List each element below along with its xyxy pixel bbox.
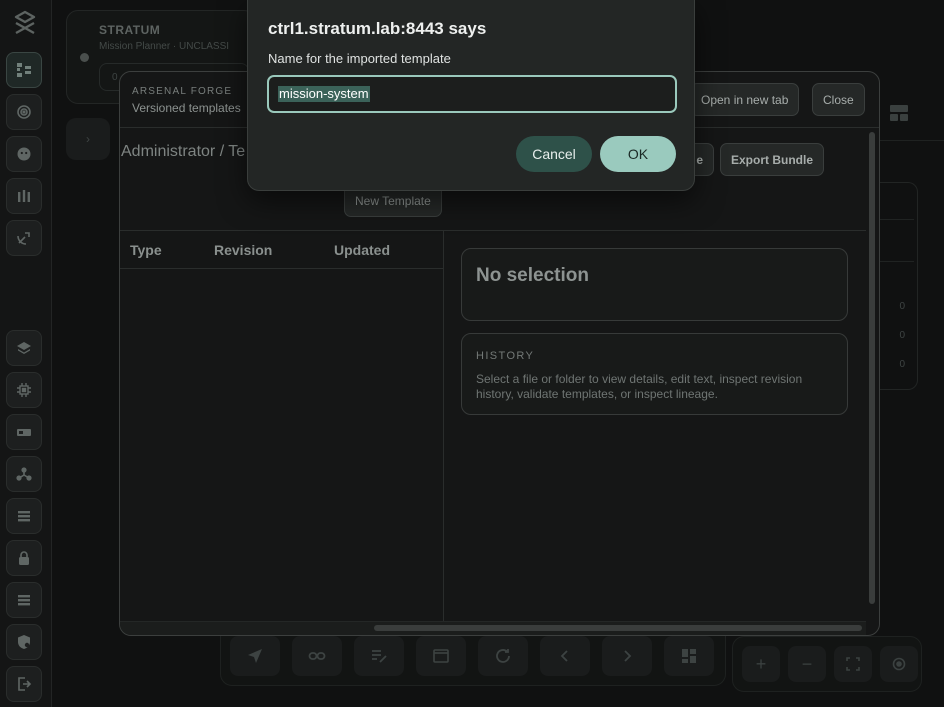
stat-count: 0	[899, 301, 905, 312]
open-new-tab-button[interactable]: Open in new tab	[690, 83, 800, 116]
selection-title: No selection	[476, 265, 589, 286]
history-text: Select a file or folder to view details,…	[476, 372, 803, 401]
refresh-icon	[478, 636, 528, 676]
close-button[interactable]: Close	[812, 83, 865, 116]
zoom-in-icon: +	[742, 646, 780, 682]
layout-icon	[888, 102, 912, 126]
zoom-out-icon: −	[788, 646, 826, 682]
column-header-updated[interactable]: Updated	[334, 242, 390, 258]
navigate-icon	[230, 636, 280, 676]
mission-selector-label: 0	[112, 72, 118, 83]
layers-icon[interactable]	[6, 330, 42, 366]
cancel-button[interactable]: Cancel	[516, 136, 592, 172]
bg-divider	[880, 140, 944, 141]
target-icon[interactable]	[6, 94, 42, 130]
stratum-logo-icon	[13, 10, 37, 36]
link-icon	[292, 636, 342, 676]
fit-view-icon	[834, 646, 872, 682]
lock-icon[interactable]	[6, 540, 42, 576]
bg-stats-panel: 0 0 0	[880, 182, 918, 390]
dashboard-icon	[664, 636, 714, 676]
prompt-title: ctrl1.stratum.lab:8443 says	[268, 19, 487, 38]
app-subtitle: Mission Planner · UNCLASSI	[99, 41, 230, 52]
chevron-right-icon	[602, 636, 652, 676]
horizontal-scrollbar[interactable]	[374, 625, 862, 631]
edit-list-icon	[354, 636, 404, 676]
left-rail	[0, 0, 52, 707]
window-icon	[416, 636, 466, 676]
chevron-left-icon	[540, 636, 590, 676]
satellite-dish-icon[interactable]	[6, 220, 42, 256]
chip-icon[interactable]	[6, 372, 42, 408]
forge-subtitle: Versioned templates	[132, 101, 241, 115]
prompt-message: Name for the imported template	[268, 51, 451, 66]
panel-expand-button: ›	[66, 118, 110, 160]
status-dot	[80, 53, 89, 62]
history-card: HISTORY Select a file or folder to view …	[461, 333, 848, 415]
export-bundle-button[interactable]: Export Bundle	[720, 143, 825, 176]
vehicle-icon[interactable]	[6, 414, 42, 450]
recenter-icon	[880, 646, 918, 682]
network-icon[interactable]	[6, 456, 42, 492]
stack-list-icon[interactable]	[6, 582, 42, 618]
shield-settings-icon[interactable]	[6, 624, 42, 660]
forge-eyebrow: ARSENAL FORGE	[132, 86, 233, 97]
template-name-value[interactable]: mission-system	[278, 86, 370, 102]
selection-card: No selection	[461, 248, 848, 321]
mission-tree-icon[interactable]	[6, 52, 42, 88]
stat-count: 0	[899, 359, 905, 370]
agent-face-icon[interactable]	[6, 136, 42, 172]
browser-prompt-dialog: ctrl1.stratum.lab:8443 says Name for the…	[247, 0, 695, 191]
column-header-revision[interactable]: Revision	[214, 242, 272, 258]
breadcrumb: Administrator / Te	[121, 143, 246, 160]
list-icon[interactable]	[6, 498, 42, 534]
vertical-scrollbar[interactable]	[869, 132, 875, 604]
app-title: STRATUM	[99, 23, 161, 37]
ok-button[interactable]: OK	[600, 136, 676, 172]
history-eyebrow: HISTORY	[476, 350, 535, 362]
munitions-icon[interactable]	[6, 178, 42, 214]
column-header-type[interactable]: Type	[130, 242, 162, 258]
logout-icon[interactable]	[6, 666, 42, 702]
stat-count: 0	[899, 330, 905, 341]
